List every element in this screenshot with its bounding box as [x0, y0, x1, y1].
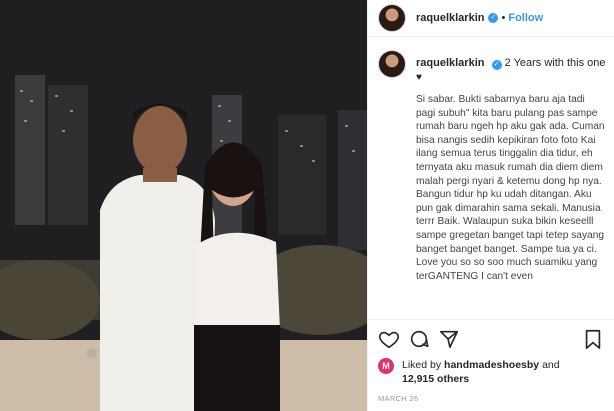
profile-avatar[interactable]	[378, 4, 406, 32]
likes-and: and	[542, 359, 560, 371]
bookmark-icon[interactable]	[582, 328, 604, 350]
separator-dot: •	[501, 12, 506, 24]
post-header: raquelklarkin ✓ • Follow	[368, 0, 614, 37]
likes-row: M Liked by handmadeshoesby and 12,915 ot…	[378, 358, 604, 386]
caption-avatar[interactable]	[378, 50, 406, 78]
caption-username-link[interactable]: raquelklarkin	[416, 57, 484, 69]
verified-badge-icon: ✓	[491, 60, 502, 70]
liker-username-link[interactable]: handmadeshoesby	[444, 359, 539, 371]
follow-button[interactable]: Follow	[508, 12, 543, 24]
couple-city-night-photo	[0, 0, 367, 411]
share-icon[interactable]	[438, 328, 460, 350]
comment-icon[interactable]	[408, 328, 430, 350]
liker-avatar[interactable]: M	[378, 358, 394, 374]
caption-header: raquelklarkin ✓ 2 Years with this one ♥	[378, 50, 608, 85]
post-sidebar: raquelklarkin ✓ • Follow raquelklarkin ✓…	[367, 0, 614, 411]
verified-badge-icon: ✓	[488, 13, 499, 23]
caption-title: 2 Years with this one	[504, 57, 606, 69]
action-bar: M Liked by handmadeshoesby and 12,915 ot…	[368, 319, 614, 409]
caption-text: Si sabar. Bukti sabarnya baru aja tadi p…	[416, 94, 608, 282]
comments-panel[interactable]: raquelklarkin ✓ 2 Years with this one ♥ …	[378, 50, 608, 318]
likes-count-link[interactable]: 12,915 others	[402, 373, 469, 385]
caption-heart-icon: ♥	[416, 72, 422, 83]
likes-prefix: Liked by	[402, 359, 442, 371]
heart-icon[interactable]	[378, 328, 400, 350]
post-photo[interactable]	[0, 0, 367, 411]
post-date[interactable]: MARCH 26	[378, 394, 604, 403]
username-link[interactable]: raquelklarkin	[416, 12, 484, 24]
